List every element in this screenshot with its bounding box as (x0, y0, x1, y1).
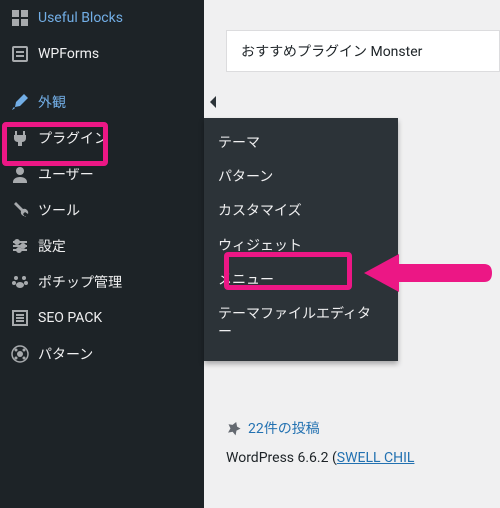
sidebar-item-tools[interactable]: ツール (0, 192, 204, 228)
sidebar-item-wpforms[interactable]: WPForms (0, 36, 204, 72)
plug-icon (10, 128, 30, 148)
sidebar-item-pochipp[interactable]: ポチップ管理 (0, 264, 204, 300)
submenu-item-theme-editor[interactable]: テーマファイルエディター (204, 297, 398, 349)
sidebar-item-label: Useful Blocks (38, 10, 123, 26)
paw-icon (10, 272, 30, 292)
wordpress-version-line: WordPress 6.6.2 (SWELL CHIL (226, 450, 500, 466)
pin-icon (226, 420, 242, 436)
sidebar-item-label: 外観 (38, 92, 66, 112)
submenu-item-themes[interactable]: テーマ (204, 126, 398, 160)
list-icon (10, 308, 30, 328)
wp-version-prefix: WordPress 6.6.2 ( (226, 450, 337, 466)
sidebar-item-label: SEO PACK (38, 310, 102, 326)
sidebar-item-plugins[interactable]: プラグイン (0, 120, 204, 156)
sidebar-item-label: ユーザー (38, 164, 94, 184)
form-icon (10, 44, 30, 64)
sidebar-item-patterns[interactable]: パターン (0, 336, 204, 372)
post-count-text: 22件の投稿 (248, 418, 320, 438)
sidebar-item-seopack[interactable]: SEO PACK (0, 300, 204, 336)
sidebar-item-users[interactable]: ユーザー (0, 156, 204, 192)
admin-sidebar: Useful Blocks WPForms 外観 プラグイン ユーザー (0, 0, 204, 508)
recommend-banner: おすすめプラグイン Monster (226, 30, 500, 72)
brush-icon (10, 92, 30, 112)
grid-icon (10, 8, 30, 28)
sidebar-item-label: パターン (38, 344, 93, 364)
post-count-link[interactable]: 22件の投稿 (226, 418, 500, 438)
banner-text: おすすめプラグイン Monster (241, 44, 422, 60)
sidebar-item-useful-blocks[interactable]: Useful Blocks (0, 0, 204, 36)
wrench-icon (10, 200, 30, 220)
pattern-icon (10, 344, 30, 364)
submenu-item-customize[interactable]: カスタマイズ (204, 194, 398, 228)
user-icon (10, 164, 30, 184)
sidebar-item-label: ツール (38, 200, 80, 220)
sidebar-item-label: 設定 (38, 236, 66, 256)
sliders-icon (10, 236, 30, 256)
theme-link[interactable]: SWELL CHIL (337, 450, 415, 466)
sidebar-item-label: WPForms (38, 46, 99, 62)
sidebar-item-appearance[interactable]: 外観 (0, 84, 204, 120)
submenu-item-patterns[interactable]: パターン (204, 160, 398, 194)
appearance-submenu: テーマ パターン カスタマイズ ウィジェット メニュー テーマファイルエディター (204, 118, 398, 361)
sidebar-item-label: ポチップ管理 (38, 272, 122, 292)
sidebar-item-settings[interactable]: 設定 (0, 228, 204, 264)
annotation-arrow-icon (354, 248, 494, 298)
sidebar-item-label: プラグイン (38, 128, 108, 148)
